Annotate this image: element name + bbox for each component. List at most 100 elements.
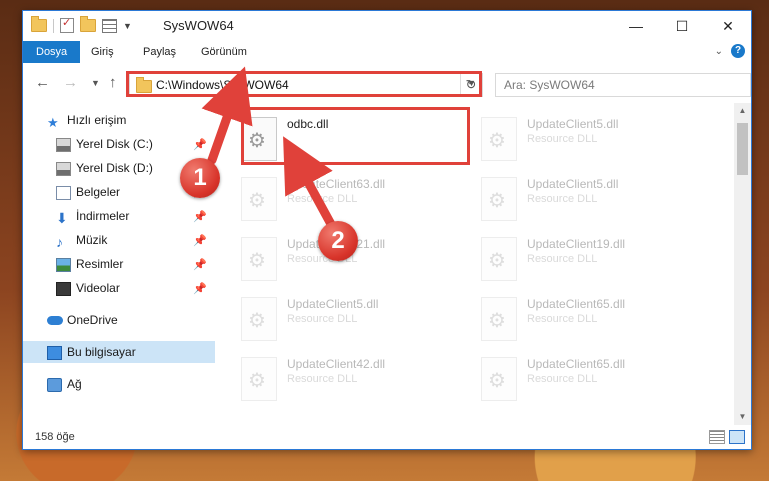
- expand-ribbon-chevron-icon[interactable]: ⌄: [715, 46, 723, 57]
- scroll-up-arrow-icon[interactable]: ▲: [734, 103, 751, 119]
- search-input[interactable]: Ara: SysWOW64: [495, 73, 751, 97]
- file-tile[interactable]: UpdateClient65.dll Resource DLL: [475, 351, 705, 411]
- recent-locations-chevron-icon[interactable]: ▼: [91, 78, 100, 88]
- download-arrow-icon: ⬇: [56, 210, 68, 226]
- details-view-icon[interactable]: [709, 430, 725, 444]
- scrollbar-thumb[interactable]: [737, 123, 748, 175]
- sidebar-item-music[interactable]: ♪ Müzik 📌: [23, 229, 215, 251]
- drive-icon: [56, 138, 71, 152]
- callout-badge-2: 2: [318, 221, 358, 261]
- drive-icon: [56, 162, 71, 176]
- sidebar-item-pictures[interactable]: Resimler 📌: [23, 253, 215, 275]
- ribbon-tabs: Dosya Giriş Paylaş Görünüm ⌄ ?: [23, 41, 751, 64]
- file-name: UpdateClient42.dll: [287, 357, 386, 371]
- file-type: Resource DLL: [527, 253, 598, 265]
- file-highlight: [241, 107, 470, 165]
- file-name: UpdateClient65.dll: [527, 297, 626, 311]
- pin-icon[interactable]: 📌: [193, 206, 207, 228]
- back-arrow-icon[interactable]: ←: [35, 74, 50, 91]
- toolbar-separator: [53, 18, 54, 33]
- up-arrow-icon[interactable]: ↑: [109, 74, 117, 91]
- sidebar-item-label: Belgeler: [76, 185, 121, 199]
- sidebar-item-label: Yerel Disk (D:): [76, 161, 153, 175]
- sidebar-item-onedrive[interactable]: OneDrive: [23, 309, 215, 331]
- file-tile[interactable]: UpdateClient5.dll Resource DLL: [235, 291, 465, 351]
- documents-icon: [56, 186, 71, 200]
- file-tile[interactable]: UpdateClient5.dll Resource DLL: [475, 111, 705, 171]
- sidebar-item-label: Müzik: [76, 233, 108, 247]
- sidebar-item-quick-access[interactable]: ★ Hızlı erişim: [23, 109, 215, 131]
- properties-icon[interactable]: [60, 16, 74, 33]
- dll-file-icon: [241, 357, 277, 401]
- tab-share[interactable]: Paylaş: [133, 41, 186, 63]
- vertical-scrollbar[interactable]: ▲ ▼: [734, 103, 751, 425]
- pin-icon[interactable]: 📌: [193, 134, 207, 156]
- network-icon: [47, 378, 62, 392]
- scroll-down-arrow-icon[interactable]: ▼: [734, 409, 751, 425]
- sidebar-item-this-pc[interactable]: Bu bilgisayar: [23, 341, 215, 363]
- file-tile[interactable]: UpdateClient63.dll Resource DLL: [235, 171, 465, 231]
- dll-file-icon: [481, 297, 517, 341]
- close-button[interactable]: ✕: [705, 11, 751, 41]
- callout-badge-1: 1: [180, 158, 220, 198]
- file-name: UpdateClient5.dll: [527, 177, 619, 191]
- sidebar-item-downloads[interactable]: ⬇ İndirmeler 📌: [23, 205, 215, 227]
- pin-icon[interactable]: 📌: [193, 254, 207, 276]
- title-bar: ▼ SysWOW64 — ☐ ✕: [23, 11, 751, 41]
- star-icon: ★: [47, 115, 59, 130]
- file-name: UpdateClient5.dll: [527, 117, 619, 131]
- file-name: UpdateClient19.dll: [527, 237, 626, 251]
- sidebar-item-label: Yerel Disk (C:): [76, 137, 153, 151]
- folder-icon: [31, 16, 47, 32]
- sidebar-item-label: Bu bilgisayar: [67, 345, 136, 359]
- navigation-pane: ★ Hızlı erişim Yerel Disk (C:) 📌 Yerel D…: [23, 103, 215, 425]
- video-icon: [56, 282, 71, 296]
- tab-view[interactable]: Görünüm: [191, 41, 257, 63]
- minimize-button[interactable]: —: [613, 11, 659, 41]
- file-type: Resource DLL: [287, 313, 358, 325]
- dll-file-icon: [241, 297, 277, 341]
- sidebar-item-label: Videolar: [76, 281, 120, 295]
- sidebar-item-label: OneDrive: [67, 313, 118, 327]
- file-type: Resource DLL: [287, 193, 358, 205]
- file-name: UpdateClient5.dll: [287, 297, 379, 311]
- file-name: UpdateClient63.dll: [287, 177, 386, 191]
- cloud-icon: [47, 316, 63, 325]
- dll-file-icon: [481, 237, 517, 281]
- item-count: 158 öğe: [35, 431, 75, 443]
- file-tile[interactable]: UpdateClient65.dll Resource DLL: [475, 291, 705, 351]
- navigation-bar: ← → ▼ ↑ C:\Windows\SysWOW64 ▼ ↻ Ara: Sys…: [23, 63, 751, 103]
- file-type: Resource DLL: [527, 313, 598, 325]
- file-name: UpdateClient65.dll: [527, 357, 626, 371]
- forward-arrow-icon[interactable]: →: [63, 74, 78, 91]
- file-tile[interactable]: UpdateClient19.dll Resource DLL: [475, 231, 705, 291]
- new-folder-icon[interactable]: [80, 16, 96, 32]
- sidebar-item-videos[interactable]: Videolar 📌: [23, 277, 215, 299]
- pin-icon[interactable]: 📌: [193, 230, 207, 252]
- sidebar-item-label: İndirmeler: [76, 209, 130, 223]
- dll-file-icon: [481, 177, 517, 221]
- search-placeholder: Ara: SysWOW64: [504, 78, 595, 92]
- customize-toolbar-chevron-icon[interactable]: ▼: [123, 21, 132, 31]
- window-title: SysWOW64: [163, 18, 234, 33]
- dll-file-icon: [241, 177, 277, 221]
- help-icon[interactable]: ?: [731, 44, 745, 58]
- pictures-icon: [56, 258, 71, 272]
- file-tile[interactable]: UpdateClient42.dll Resource DLL: [235, 351, 465, 411]
- sidebar-item-network[interactable]: Ağ: [23, 373, 215, 395]
- sidebar-item-label: Hızlı erişim: [67, 113, 127, 127]
- dll-file-icon: [481, 117, 517, 161]
- computer-icon: [47, 346, 62, 360]
- sidebar-item-local-disk-c[interactable]: Yerel Disk (C:) 📌: [23, 133, 215, 155]
- music-note-icon: ♪: [56, 234, 63, 250]
- view-options-icon[interactable]: [102, 18, 117, 33]
- file-tile[interactable]: UpdateClient5.dll Resource DLL: [475, 171, 705, 231]
- tab-file[interactable]: Dosya: [23, 41, 81, 63]
- pin-icon[interactable]: 📌: [193, 278, 207, 300]
- tab-home[interactable]: Giriş: [81, 41, 124, 63]
- maximize-button[interactable]: ☐: [659, 11, 705, 41]
- sidebar-item-label: Ağ: [67, 377, 82, 391]
- file-type: Resource DLL: [527, 373, 598, 385]
- sidebar-item-label: Resimler: [76, 257, 124, 271]
- large-icons-view-icon[interactable]: [729, 430, 745, 444]
